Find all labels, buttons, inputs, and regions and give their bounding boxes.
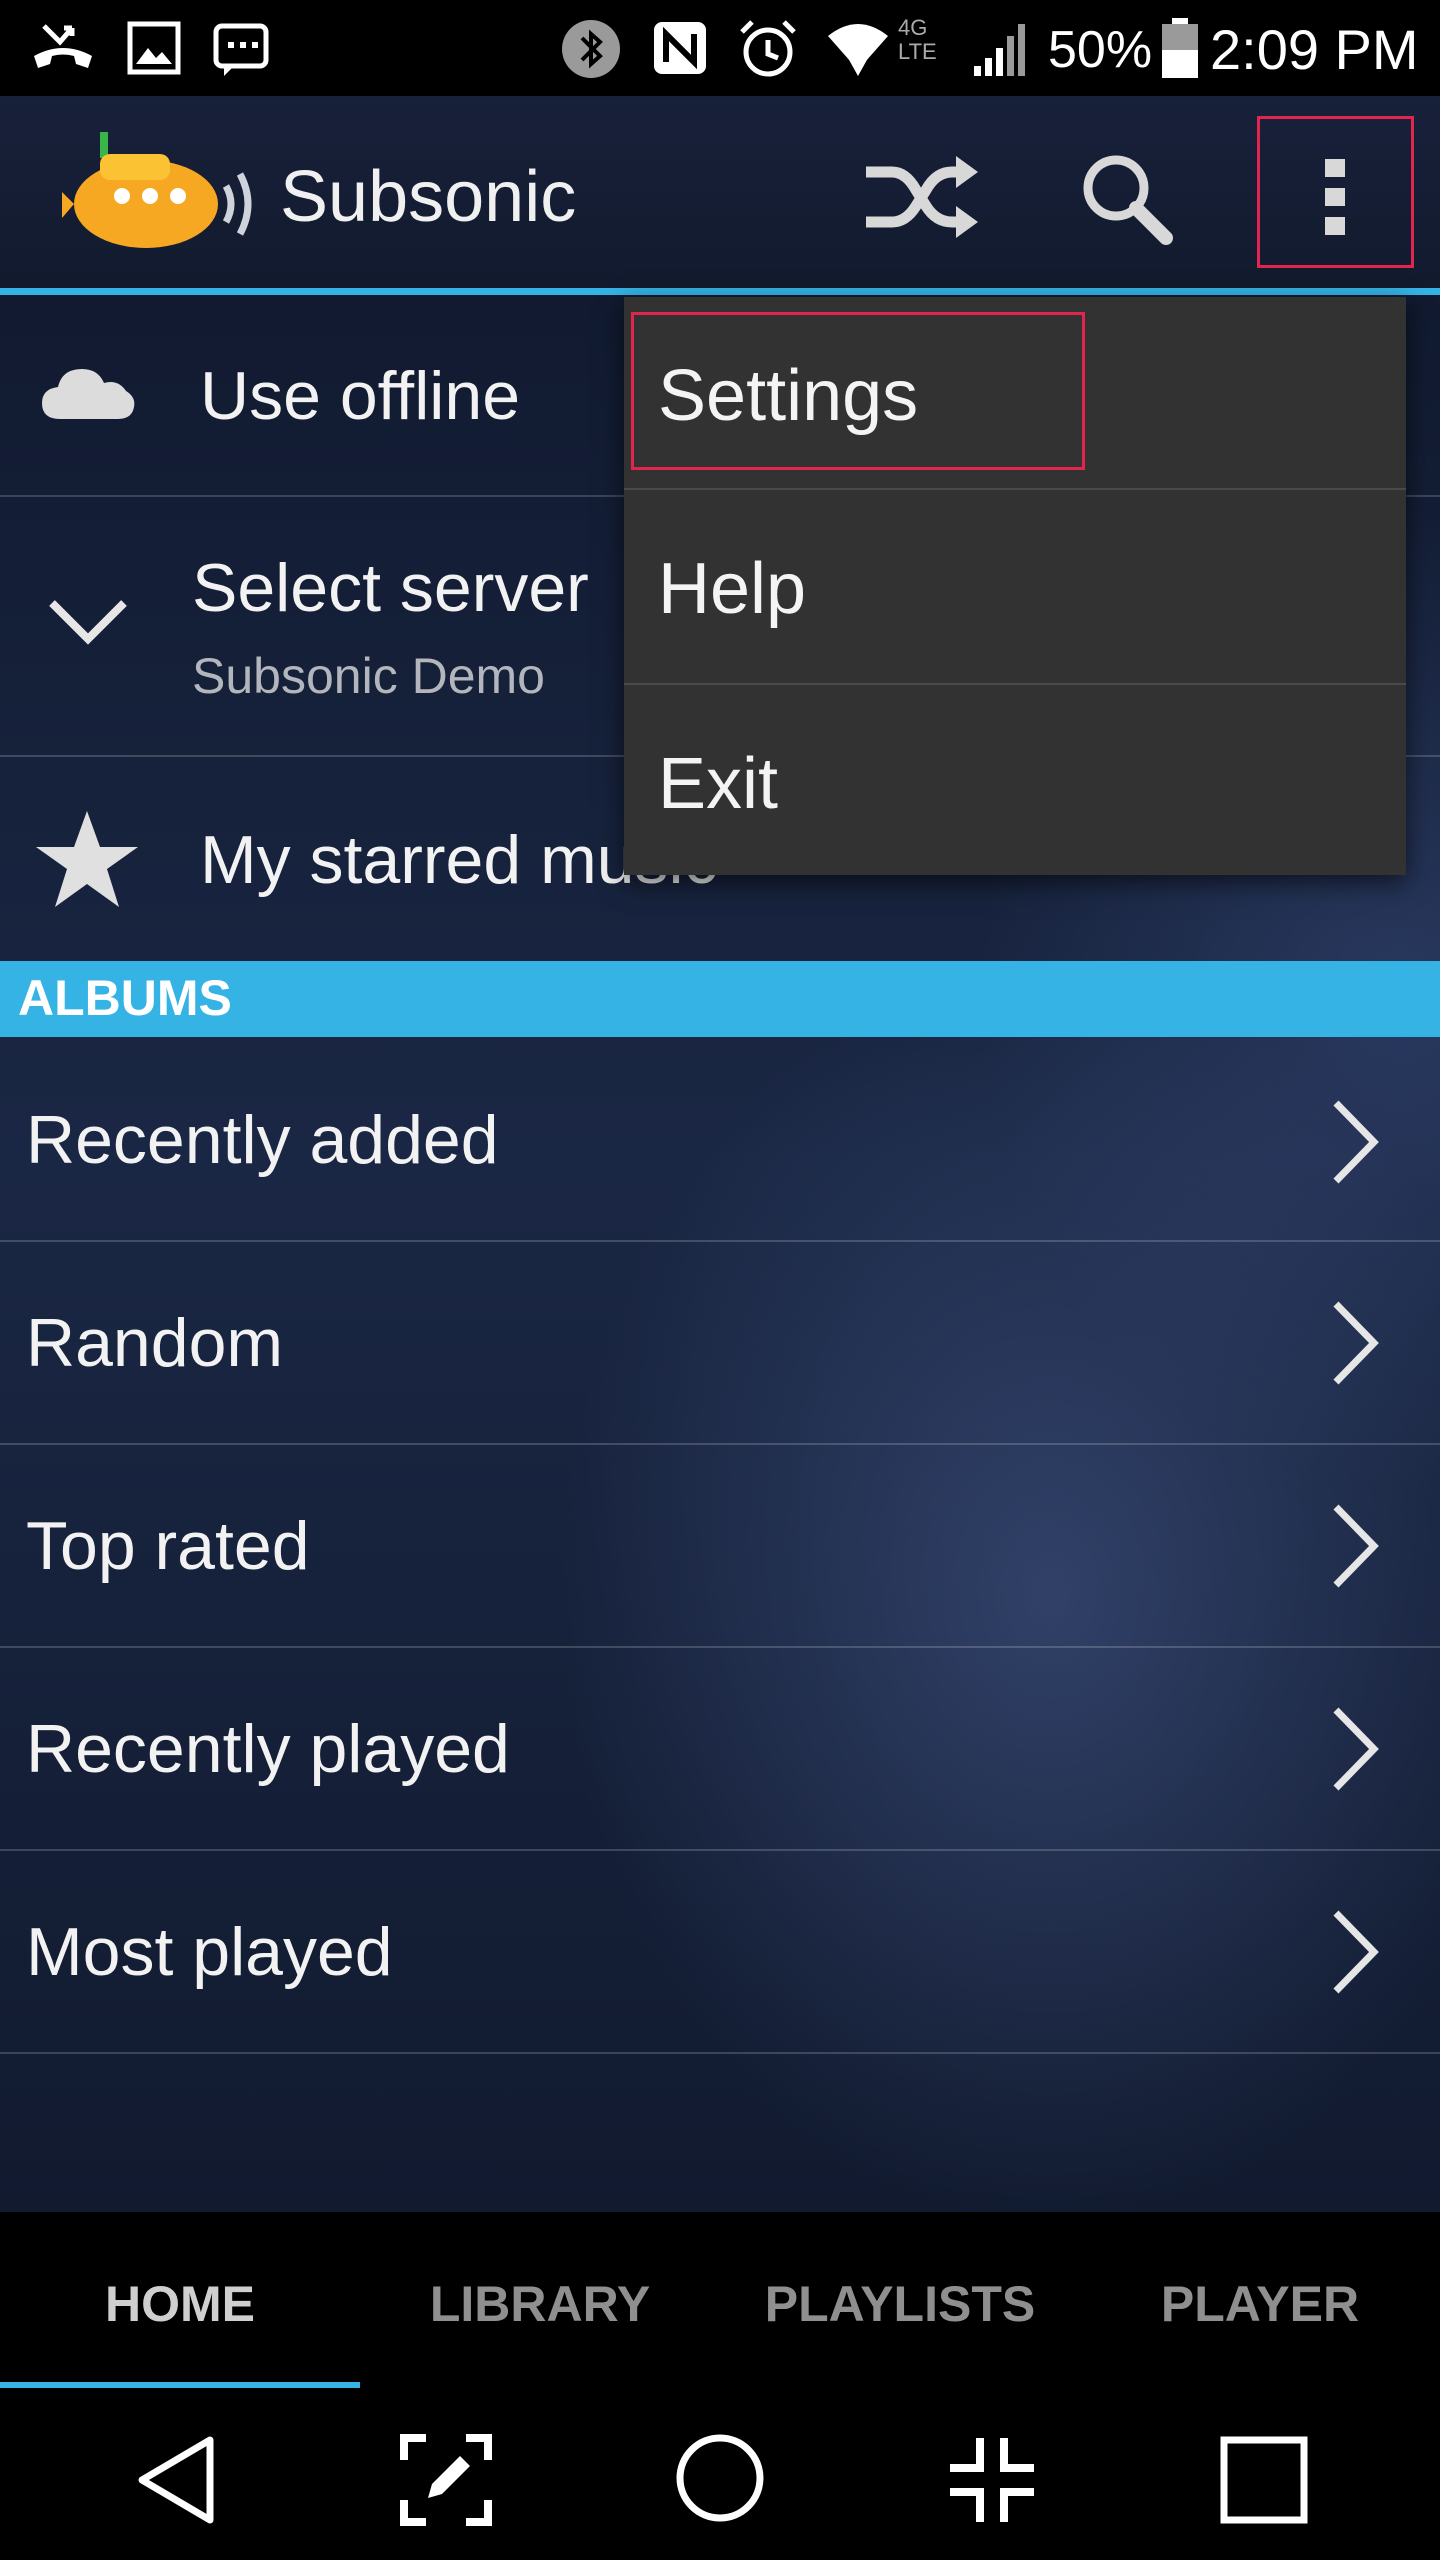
- settings-highlight-box: [631, 312, 1085, 470]
- alarm-icon: [740, 20, 796, 77]
- album-list-item[interactable]: Most played: [0, 1851, 1440, 2054]
- tab-selected-indicator: [0, 2382, 360, 2388]
- bottom-tab-bar: HOME LIBRARY PLAYLISTS PLAYER: [0, 2212, 1440, 2392]
- cloud-icon: [42, 369, 135, 419]
- menu-item-exit[interactable]: Exit: [624, 685, 1406, 875]
- status-bar: 4G LTE 50% 2:09 PM: [0, 0, 1440, 96]
- clock: 2:09 PM: [1210, 18, 1419, 81]
- select-server-label: Select server: [192, 550, 589, 626]
- album-item-label: Random: [26, 1305, 284, 1381]
- chevron-right-icon: [1333, 1707, 1379, 1791]
- tab-player[interactable]: PLAYER: [1080, 2212, 1440, 2392]
- use-offline-label: Use offline: [200, 358, 521, 434]
- nfc-icon: [654, 22, 706, 74]
- signal-icon: [974, 24, 1025, 76]
- tab-player-label: PLAYER: [1160, 2276, 1360, 2332]
- back-icon[interactable]: [130, 2432, 226, 2528]
- overflow-menu-icon: [1325, 159, 1345, 235]
- system-nav-bar: [0, 2392, 1440, 2560]
- tab-playlists[interactable]: PLAYLISTS: [720, 2212, 1080, 2392]
- recent-apps-icon[interactable]: [1216, 2432, 1312, 2528]
- subsonic-logo-icon: [62, 132, 252, 248]
- album-list-item[interactable]: Recently added: [0, 1037, 1440, 1242]
- wifi-icon: [828, 24, 888, 76]
- bluetooth-icon: [562, 20, 620, 78]
- tab-library[interactable]: LIBRARY: [360, 2212, 720, 2392]
- image-icon: [127, 21, 181, 75]
- menu-item-exit-label: Exit: [658, 744, 779, 824]
- app-title: Subsonic: [280, 157, 577, 237]
- tab-library-label: LIBRARY: [429, 2276, 651, 2332]
- album-list-item[interactable]: Random: [0, 1242, 1440, 1445]
- album-item-label: Top rated: [26, 1508, 310, 1584]
- shuffle-icon[interactable]: [860, 150, 980, 240]
- tab-home-label: HOME: [105, 2276, 255, 2332]
- overflow-popup-menu: Settings Help Exit: [624, 297, 1406, 875]
- albums-section-header: ALBUMS: [0, 961, 1440, 1037]
- search-icon[interactable]: [1078, 150, 1174, 246]
- star-icon: [36, 811, 138, 907]
- dialog-icon: [213, 23, 269, 76]
- album-item-label: Most played: [26, 1914, 393, 1990]
- chevron-right-icon: [1333, 1910, 1379, 1994]
- missed-call-icon: [34, 24, 92, 68]
- menu-item-help-label: Help: [658, 549, 807, 629]
- chevron-right-icon: [1333, 1301, 1379, 1385]
- album-item-label: Recently added: [26, 1102, 499, 1178]
- dual-window-icon[interactable]: [944, 2432, 1040, 2528]
- album-item-label: Recently played: [26, 1711, 510, 1787]
- chevron-down-icon: [49, 600, 127, 645]
- battery-icon: [1162, 18, 1198, 78]
- chevron-right-icon: [1333, 1504, 1379, 1588]
- tab-playlists-label: PLAYLISTS: [764, 2276, 1036, 2332]
- app-bar: Subsonic: [0, 96, 1440, 288]
- tab-home[interactable]: HOME: [0, 2212, 360, 2392]
- menu-item-help[interactable]: Help: [624, 490, 1406, 683]
- screenshot-edit-icon[interactable]: [398, 2432, 494, 2528]
- app-bar-divider: [0, 288, 1440, 295]
- album-list-item[interactable]: Top rated: [0, 1445, 1440, 1648]
- chevron-right-icon: [1333, 1100, 1379, 1184]
- overflow-menu-button[interactable]: [1257, 116, 1414, 268]
- home-icon[interactable]: [672, 2430, 768, 2526]
- network-type: 4G LTE: [898, 15, 937, 64]
- battery-percent: 50%: [1048, 21, 1153, 79]
- selected-server-value: Subsonic Demo: [192, 648, 545, 704]
- album-list-item[interactable]: Recently played: [0, 1648, 1440, 1851]
- albums-header-label: ALBUMS: [18, 970, 232, 1026]
